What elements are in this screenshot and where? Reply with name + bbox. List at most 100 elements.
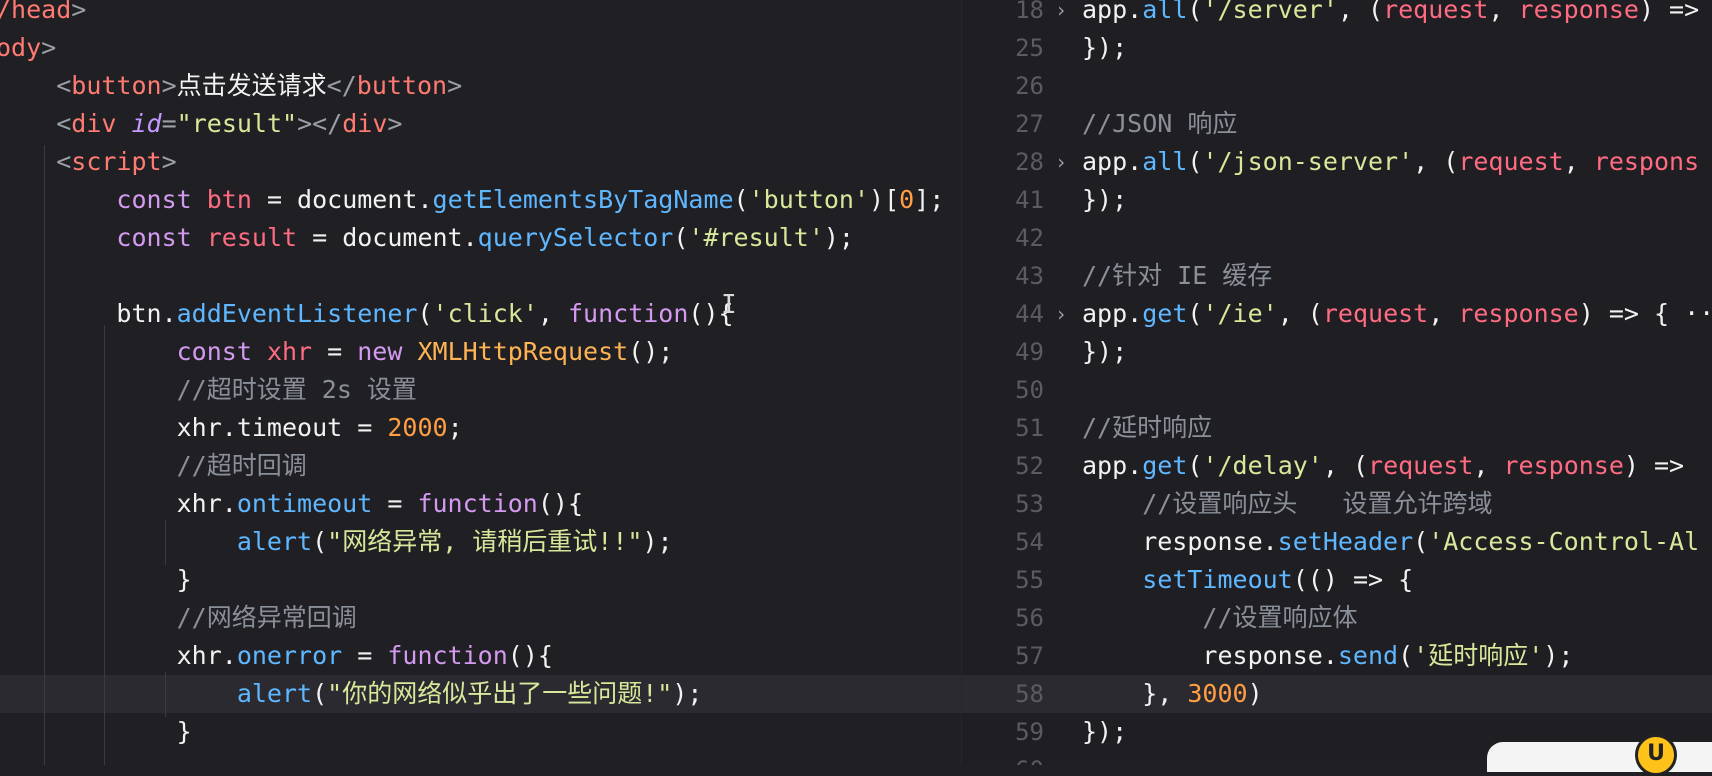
line-number: 49: [1015, 338, 1044, 366]
code-line[interactable]: 28 › app.all('/json-server', (request, res…: [962, 143, 1712, 181]
code-line[interactable]: 25});: [962, 29, 1712, 67]
code-token: ];: [914, 185, 945, 214]
code-line[interactable]: 57 response.send('延时响应');: [962, 637, 1712, 675]
code-token: }: [0, 717, 192, 746]
code-line[interactable]: alert("网络异常, 请稍后重试!!");: [0, 523, 962, 561]
right-code-area[interactable]: 18 › app.all('/server', (request, response…: [962, 0, 1712, 765]
code-token: ) =>: [1623, 451, 1685, 480]
code-text: const xhr = new XMLHttpRequest();: [0, 333, 674, 371]
code-token: request: [1322, 299, 1429, 328]
code-line[interactable]: 54 response.setHeader('Access-Control-Al: [962, 523, 1712, 561]
code-token: respons: [1593, 147, 1700, 176]
code-line[interactable]: <button>点击发送请求</button>: [0, 67, 962, 105]
code-line[interactable]: 44 › app.get('/ie', (request, response) =>…: [962, 295, 1712, 333]
code-token: get: [1142, 451, 1188, 480]
code-token: 2000: [387, 413, 448, 442]
code-line[interactable]: xhr.timeout = 2000;: [0, 409, 962, 447]
right-editor-pane[interactable]: 18 › app.all('/server', (request, response…: [962, 0, 1712, 765]
code-token: xhr.: [0, 641, 237, 670]
code-token: app.: [1082, 299, 1143, 328]
code-line[interactable]: 18 › app.all('/server', (request, response…: [962, 0, 1712, 29]
code-token: );: [823, 223, 854, 252]
code-line[interactable]: 27 //JSON 响应: [962, 105, 1712, 143]
code-token: div: [342, 109, 388, 138]
code-line[interactable]: 26: [962, 67, 1712, 105]
code-token: const: [116, 223, 207, 252]
code-line[interactable]: 50: [962, 371, 1712, 409]
code-token: (){: [537, 489, 584, 518]
code-line[interactable]: [0, 257, 962, 295]
code-token: ></: [297, 109, 343, 138]
code-line[interactable]: //超时回调: [0, 447, 962, 485]
fold-chevron-icon[interactable]: ›: [1055, 0, 1067, 29]
left-editor-pane[interactable]: /head> ody> <button>点击发送请求</button> <div …: [0, 0, 962, 765]
code-token: //网络异常回调: [176, 603, 357, 632]
code-line[interactable]: }: [0, 561, 962, 599]
line-number: 44: [1015, 300, 1044, 328]
code-token: ,: [1563, 147, 1594, 176]
line-number: 18: [1015, 0, 1044, 24]
code-token: ,: [1428, 299, 1459, 328]
code-token: app.: [1082, 0, 1143, 24]
line-number: 57: [1015, 642, 1044, 670]
code-token: app.: [1082, 451, 1143, 480]
code-token: "result": [176, 109, 298, 138]
code-line[interactable]: 53 //设置响应头 设置允许跨域: [962, 485, 1712, 523]
code-token: response.: [1082, 527, 1278, 556]
mouse-ibeam-cursor-icon: I: [721, 290, 737, 320]
code-token: btn.: [0, 299, 177, 328]
code-token: getElementsByTagName: [432, 185, 734, 214]
code-token: <: [56, 71, 72, 100]
code-token: ,: [1488, 0, 1519, 24]
code-line[interactable]: xhr.ontimeout = function(){: [0, 485, 962, 523]
code-text: setTimeout(() => {: [1082, 561, 1413, 599]
code-token: '/delay': [1202, 451, 1323, 480]
code-line[interactable]: //超时设置 2s 设置: [0, 371, 962, 409]
code-token: new: [357, 337, 418, 366]
fold-chevron-icon[interactable]: ›: [1055, 295, 1067, 333]
code-line[interactable]: const result = document.querySelector('#…: [0, 219, 962, 257]
code-token: (: [417, 299, 433, 328]
code-line[interactable]: xhr.onerror = function(){: [0, 637, 962, 675]
code-line[interactable]: const xhr = new XMLHttpRequest();: [0, 333, 962, 371]
code-token: });: [1082, 185, 1128, 214]
code-line[interactable]: btn.addEventListener('click', function()…: [0, 295, 962, 333]
code-line[interactable]: 41});: [962, 181, 1712, 219]
code-line[interactable]: 52 app.get('/delay', (request, response) …: [962, 447, 1712, 485]
code-line[interactable]: alert("你的网络似乎出了一些问题!");: [0, 675, 962, 713]
code-text: <script>: [0, 143, 176, 181]
fold-chevron-icon[interactable]: ›: [1055, 143, 1067, 181]
line-number: 28: [1015, 148, 1044, 176]
code-line[interactable]: const btn = document.getElementsByTagNam…: [0, 181, 962, 219]
line-number: 25: [1015, 34, 1044, 62]
code-line[interactable]: ody>: [0, 29, 962, 67]
code-token: alert: [236, 527, 313, 556]
code-line[interactable]: }: [0, 713, 962, 751]
code-line[interactable]: 51 //延时响应: [962, 409, 1712, 447]
left-code-area[interactable]: /head> ody> <button>点击发送请求</button> <div …: [0, 0, 962, 751]
code-line[interactable]: //网络异常回调: [0, 599, 962, 637]
code-token: <: [56, 109, 72, 138]
code-line[interactable]: 58 }, 3000): [962, 675, 1712, 713]
code-line[interactable]: 43 //针对 IE 缓存: [962, 257, 1712, 295]
code-line[interactable]: /head>: [0, 0, 962, 29]
code-text: app.get('/delay', (request, response) =>: [1082, 447, 1684, 485]
code-line[interactable]: 56 //设置响应体: [962, 599, 1712, 637]
code-token: (: [1187, 299, 1203, 328]
code-line[interactable]: 55 setTimeout(() => {: [962, 561, 1712, 599]
code-line[interactable]: 42: [962, 219, 1712, 257]
code-token: (){: [507, 641, 553, 670]
code-line[interactable]: 49});: [962, 333, 1712, 371]
code-token: (: [1187, 451, 1203, 480]
code-token: (: [1187, 147, 1203, 176]
code-token: ) => { ···: [1578, 299, 1712, 328]
code-line[interactable]: <script>: [0, 143, 962, 181]
code-line[interactable]: <div id="result"></div>: [0, 105, 962, 143]
code-text: }: [0, 713, 192, 751]
code-token: alert: [236, 679, 313, 708]
code-token: xhr: [266, 337, 313, 366]
code-text: }, 3000): [1082, 675, 1262, 713]
